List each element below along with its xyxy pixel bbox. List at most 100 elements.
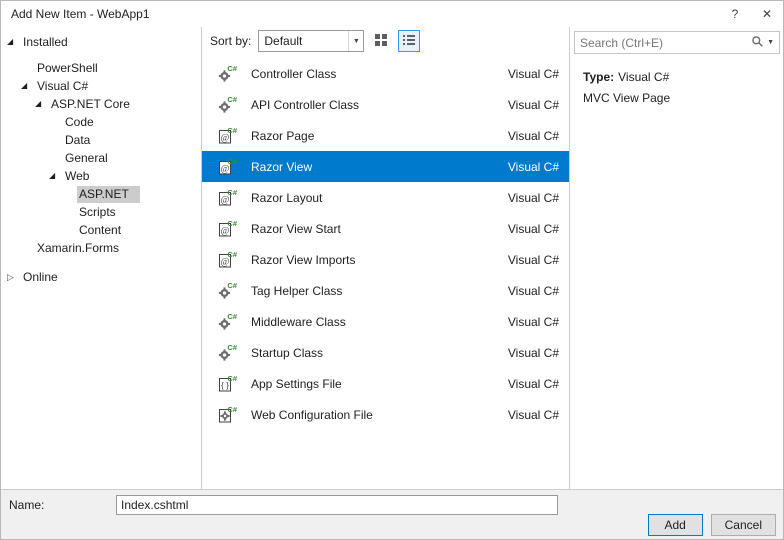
template-item-razor-layout[interactable]: @ C# Razor Layout Visual C#: [202, 182, 569, 213]
small-icons-view-button[interactable]: [370, 30, 392, 52]
chevron-down-icon: ▼: [348, 31, 363, 51]
tree-item-label: General: [65, 150, 108, 165]
tree-item-powershell[interactable]: PowerShell: [1, 59, 201, 77]
svg-text:@: @: [221, 226, 230, 236]
name-label: Name:: [9, 498, 45, 512]
tree-item-label: Online: [23, 269, 58, 284]
razor-page-icon: @ C#: [216, 125, 238, 147]
tree-item-online[interactable]: ▷ Online: [1, 268, 201, 286]
expanded-arrow-icon[interactable]: ◢: [35, 100, 49, 108]
template-item-api-controller-class[interactable]: C# API Controller Class Visual C#: [202, 89, 569, 120]
gear-icon: C#: [216, 311, 238, 333]
template-item-label: Razor View Imports: [251, 252, 356, 267]
tree-item-code[interactable]: Code: [1, 113, 201, 131]
svg-text:C#: C#: [227, 343, 237, 352]
tree-item-content[interactable]: Content: [1, 221, 201, 239]
template-item-middleware-class[interactable]: C# Middleware Class Visual C#: [202, 306, 569, 337]
sort-dropdown-value: Default: [264, 34, 303, 48]
gear-icon: C#: [216, 280, 238, 302]
svg-text:C#: C#: [227, 126, 237, 135]
tree-item-scripts[interactable]: Scripts: [1, 203, 201, 221]
gear-icon: C#: [216, 342, 238, 364]
tree-item-label: Xamarin.Forms: [37, 240, 120, 255]
expanded-arrow-icon[interactable]: ◢: [21, 82, 35, 90]
tree-item-general[interactable]: General: [1, 149, 201, 167]
name-row: Name:: [9, 495, 558, 515]
expanded-arrow-icon[interactable]: ◢: [49, 172, 63, 180]
template-item-label: Tag Helper Class: [251, 283, 343, 298]
template-description: MVC View Page: [583, 91, 671, 105]
tree-item-asp-net[interactable]: ASP.NET: [1, 185, 201, 203]
template-item-language: Visual C#: [507, 128, 559, 143]
template-item-language: Visual C#: [507, 376, 559, 391]
center-panel: Sort by: Default ▼ C# Controller Class Vis…: [202, 27, 569, 489]
template-item-label: API Controller Class: [251, 97, 360, 112]
add-button[interactable]: Add: [647, 514, 703, 536]
tree-item-label: Code: [65, 114, 94, 129]
details-panel: ▼ Type:Visual C# MVC View Page: [569, 27, 783, 489]
template-item-language: Visual C#: [507, 407, 559, 422]
template-item-label: Middleware Class: [251, 314, 346, 329]
svg-text:C#: C#: [227, 405, 237, 414]
sort-dropdown[interactable]: Default ▼: [258, 30, 365, 52]
template-item-controller-class[interactable]: C# Controller Class Visual C#: [202, 58, 569, 89]
tree-item-installed[interactable]: ◢ Installed: [1, 33, 201, 51]
collapsed-arrow-icon[interactable]: ▷: [7, 272, 21, 282]
tree-item-visual-c[interactable]: ◢ Visual C#: [1, 77, 201, 95]
template-item-web-configuration-file[interactable]: C# Web Configuration File Visual C#: [202, 399, 569, 430]
template-item-label: Controller Class: [251, 66, 337, 81]
list-view-button[interactable]: [398, 30, 421, 52]
template-item-label: Razor View Start: [251, 221, 341, 236]
template-item-label: Razor Layout: [251, 190, 323, 205]
svg-text:@: @: [221, 195, 230, 205]
template-item-razor-view-imports[interactable]: @ C# Razor View Imports Visual C#: [202, 244, 569, 275]
tree-item-label: ASP.NET Core: [51, 96, 130, 111]
template-item-language: Visual C#: [507, 97, 559, 112]
template-item-language: Visual C#: [507, 159, 559, 174]
titlebar: Add New Item - WebApp1 ? ✕: [1, 1, 783, 27]
type-value: Visual C#: [618, 70, 670, 84]
tree-item-label: Visual C#: [37, 78, 89, 93]
add-new-item-dialog: Add New Item - WebApp1 ? ✕ ◢ Installed Pow…: [0, 0, 784, 540]
name-input[interactable]: [116, 495, 558, 515]
type-label: Type:: [583, 70, 615, 84]
template-list: C# Controller Class Visual C# C# API Control…: [202, 55, 569, 489]
template-item-label: Razor View: [251, 159, 313, 174]
tree-item-xamarin-forms[interactable]: Xamarin.Forms: [1, 239, 201, 257]
template-item-language: Visual C#: [507, 314, 559, 329]
template-item-app-settings-file[interactable]: { } C# App Settings File Visual C#: [202, 368, 569, 399]
sort-by-label: Sort by:: [210, 34, 252, 48]
svg-text:@: @: [221, 133, 230, 143]
template-item-startup-class[interactable]: C# Startup Class Visual C#: [202, 337, 569, 368]
template-item-razor-page[interactable]: @ C# Razor Page Visual C#: [202, 120, 569, 151]
template-item-language: Visual C#: [507, 283, 559, 298]
tree-item-label: Data: [65, 132, 91, 147]
expanded-arrow-icon[interactable]: ◢: [7, 38, 21, 46]
tree-item-data[interactable]: Data: [1, 131, 201, 149]
dialog-buttons: Add Cancel: [640, 514, 776, 536]
tree-item-asp-net-core[interactable]: ◢ ASP.NET Core: [1, 95, 201, 113]
titlebar-controls: ? ✕: [719, 1, 783, 27]
template-item-razor-view[interactable]: @ C# Razor View Visual C#: [202, 151, 569, 182]
gear-icon: C#: [216, 63, 238, 85]
close-button[interactable]: ✕: [751, 1, 783, 27]
template-item-language: Visual C#: [507, 221, 559, 236]
template-details: Type: Visual C# MVC View Page: [570, 54, 783, 105]
help-button[interactable]: ?: [719, 1, 751, 27]
search-input[interactable]: [575, 35, 750, 50]
template-item-language: Visual C#: [507, 252, 559, 267]
svg-text:C#: C#: [227, 219, 237, 228]
tree-item-label: Web: [65, 168, 90, 183]
template-item-razor-view-start[interactable]: @ C# Razor View Start Visual C#: [202, 213, 569, 244]
tree-item-web[interactable]: ◢ Web: [1, 167, 201, 185]
config-file-icon: C#: [216, 404, 238, 426]
template-item-tag-helper-class[interactable]: C# Tag Helper Class Visual C#: [202, 275, 569, 306]
cancel-button[interactable]: Cancel: [710, 514, 776, 536]
list-view-icon: [402, 33, 416, 50]
sort-toolbar: Sort by: Default ▼: [202, 27, 569, 55]
svg-text:C#: C#: [227, 281, 237, 290]
template-item-label: Razor Page: [251, 128, 315, 143]
razor-page-icon: @ C#: [216, 187, 238, 209]
search-button[interactable]: ▼: [749, 35, 779, 51]
tree-item-label: Installed: [23, 34, 68, 49]
